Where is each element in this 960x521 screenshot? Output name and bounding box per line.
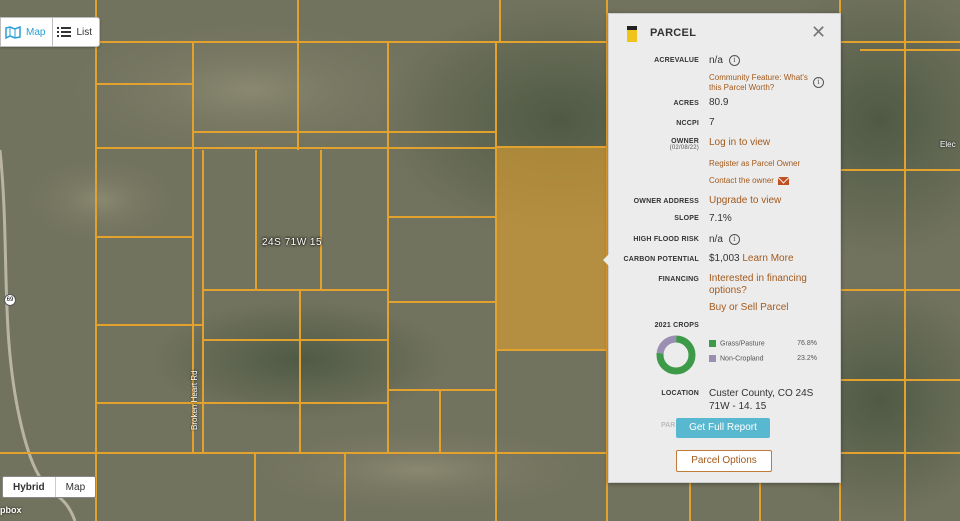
crop-legend-item: Non-Cropland 23.2% (709, 355, 817, 362)
owner-label-text: OWNER (671, 138, 699, 145)
owner-label: OWNER (02/08/22) (609, 138, 699, 151)
flood-value: n/a (709, 234, 723, 246)
info-icon[interactable]: i (728, 234, 740, 245)
contact-owner-text: Contact the owner (709, 176, 774, 185)
register-owner-link[interactable]: Register as Parcel Owner (709, 159, 800, 169)
location-label: LOCATION (661, 390, 699, 397)
map-icon (5, 25, 21, 39)
map-attribution: pbox (0, 505, 22, 515)
upgrade-link[interactable]: Upgrade to view (709, 195, 781, 206)
hybrid-layer-button[interactable]: Hybrid (3, 477, 56, 497)
flood-label: HIGH FLOOD RISK (633, 236, 699, 243)
crop-swatch (709, 340, 716, 347)
map-layer-button[interactable]: Map (56, 477, 95, 497)
buy-sell-link[interactable]: Buy or Sell Parcel (709, 302, 788, 313)
crop-pct: 76.8% (797, 340, 817, 347)
crops-donut-chart (656, 335, 696, 375)
owner-address-label: OWNER ADDRESS (633, 198, 699, 205)
contact-owner-link[interactable]: Contact the owner (709, 176, 789, 186)
highway-shield: 69 (4, 294, 16, 306)
financing-link[interactable]: Interested in financing options? (709, 273, 827, 297)
list-view-label: List (76, 26, 93, 38)
close-icon[interactable]: ✕ (811, 23, 826, 41)
panel-title: PARCEL (650, 27, 697, 39)
crop-legend-item: Grass/Pasture 76.8% (709, 340, 817, 347)
acres-value: 80.9 (709, 97, 729, 108)
base-layer-toggle: Hybrid Map (2, 476, 97, 498)
financing-label: FINANCING (658, 276, 699, 283)
acres-label: ACRES (673, 100, 699, 107)
nccpi-label: NCCPI (676, 120, 699, 127)
list-icon (57, 26, 72, 38)
crop-swatch (709, 355, 716, 362)
acrevalue-label: ACREVALUE (654, 57, 699, 64)
envelope-icon (777, 176, 789, 185)
crop-pct: 23.2% (797, 355, 817, 362)
slope-label: SLOPE (674, 215, 699, 222)
faded-label: PAR (661, 422, 676, 429)
nccpi-value: 7 (709, 117, 715, 128)
acrevalue-row: n/a i (709, 55, 740, 66)
get-full-report-button[interactable]: Get Full Report (676, 418, 770, 438)
info-icon[interactable]: i (728, 55, 740, 66)
map-view-label: Map (26, 26, 46, 38)
crop-name: Grass/Pasture (720, 340, 765, 348)
road-label-right: Elec (940, 140, 956, 149)
location-value: Custer County, CO 24S 71W - 14, 15 (709, 388, 814, 409)
community-feature-link[interactable]: Community Feature: What's this Parcel Wo… (709, 73, 814, 93)
learn-more-link[interactable]: Learn More (742, 253, 793, 264)
carbon-label: CARBON POTENTIAL (623, 256, 699, 263)
carbon-value: $1,003 (709, 253, 740, 264)
flood-row: n/a i (709, 234, 740, 245)
view-toggle: Map List (0, 17, 101, 47)
parcel-panel: PARCEL ✕ ACREVALUE n/a i Community Featur… (603, 13, 841, 483)
info-icon[interactable]: i (813, 77, 824, 88)
slope-value: 7.1% (709, 213, 732, 224)
owner-date: (02/08/22) (669, 145, 699, 151)
road-label: Broken Heart Rd (190, 370, 199, 430)
crops-label: 2021 CROPS (654, 322, 699, 329)
parcel-options-button[interactable]: Parcel Options (676, 450, 772, 472)
map-view-button[interactable]: Map (1, 18, 54, 46)
parcel-tag-icon (627, 26, 637, 42)
crop-name: Non-Cropland (720, 355, 764, 363)
carbon-row: $1,003 Learn More (709, 253, 794, 264)
owner-login-link[interactable]: Log in to view (709, 137, 770, 148)
list-view-button[interactable]: List (53, 18, 99, 46)
selected-parcel[interactable] (495, 146, 608, 351)
section-label: 24S 71W 15 (262, 237, 323, 248)
acrevalue-value: n/a (709, 55, 723, 67)
